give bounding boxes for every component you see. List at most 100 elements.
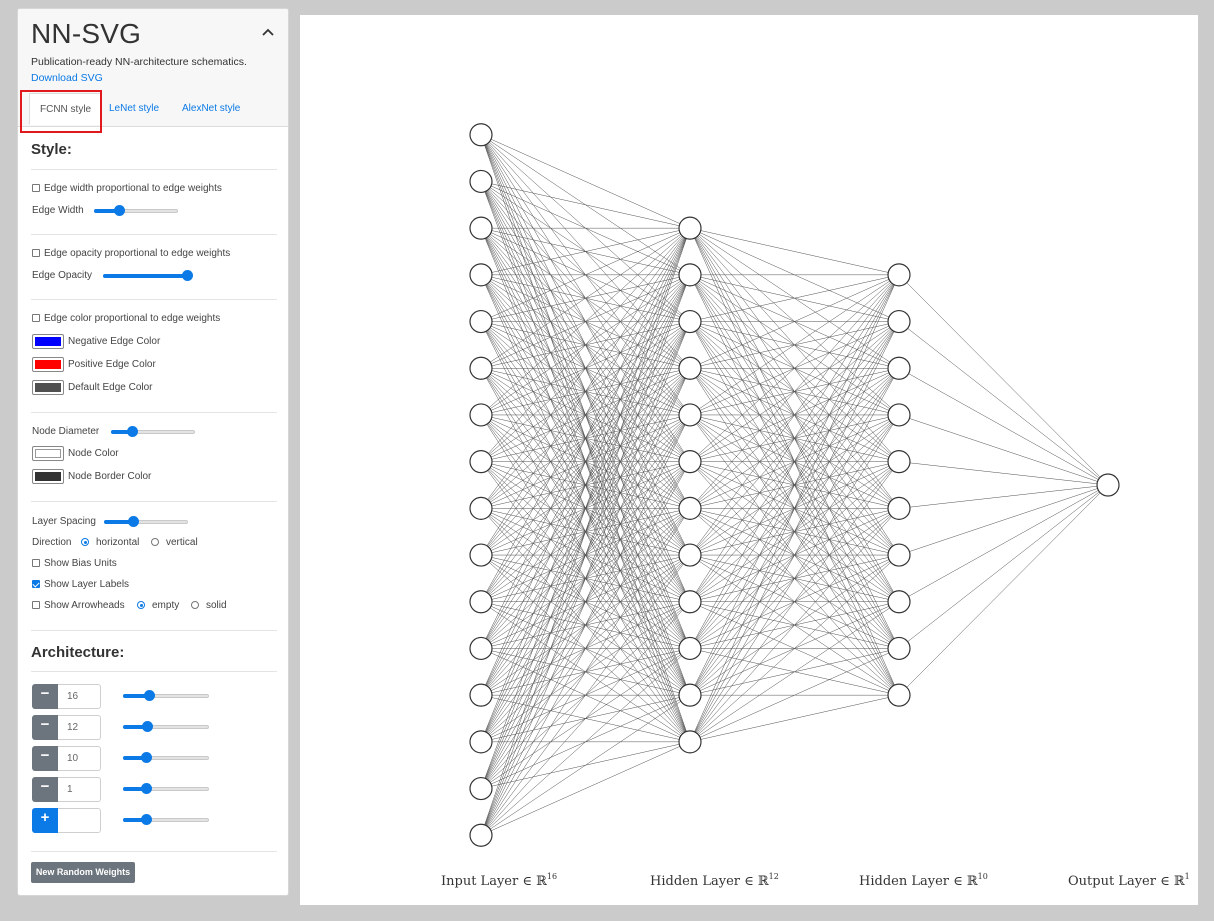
edge-width-slider[interactable]: [94, 205, 178, 217]
layer-2-size-slider[interactable]: [123, 721, 209, 733]
layer-1-size-input[interactable]: 16: [58, 684, 101, 709]
node: [887, 450, 911, 474]
negative-edge-color-picker[interactable]: [32, 334, 64, 349]
node: [1096, 473, 1120, 497]
node: [469, 403, 493, 427]
edges-group: [480, 134, 1109, 836]
node-color-picker[interactable]: [32, 446, 64, 461]
architecture-section-title: Architecture:: [31, 644, 125, 661]
new-random-weights-button[interactable]: New Random Weights: [31, 862, 135, 883]
positive-edge-color-picker[interactable]: [32, 357, 64, 372]
edge: [480, 741, 691, 836]
divider: [31, 671, 277, 672]
node: [887, 683, 911, 707]
edge-opacity-proportional-checkbox[interactable]: [32, 249, 40, 257]
new-layer-size-slider[interactable]: [123, 814, 209, 826]
node: [887, 636, 911, 661]
node: [678, 543, 702, 567]
node: [887, 309, 911, 334]
tab-fcnn-style[interactable]: FCNN style: [29, 93, 103, 125]
node: [887, 543, 911, 567]
layer-label: Output Layer ∈ ℝ1: [1068, 872, 1190, 889]
edge: [480, 134, 691, 229]
remove-layer-4-button[interactable]: −: [32, 777, 58, 802]
layer-1-size-slider[interactable]: [123, 690, 209, 702]
node: [678, 496, 702, 520]
network-diagram: Input Layer ∈ ℝ16 Hidden Layer ∈ ℝ12 Hidde…: [441, 123, 1190, 889]
node: [469, 309, 493, 334]
node: [678, 450, 702, 474]
node: [887, 590, 911, 614]
default-edge-color-picker[interactable]: [32, 380, 64, 395]
positive-edge-color-label: Positive Edge Color: [68, 359, 156, 370]
style-section-title: Style:: [31, 141, 72, 158]
node: [469, 169, 493, 194]
edge: [898, 414, 1109, 486]
show-bias-units-checkbox[interactable]: [32, 559, 40, 567]
style-tabs: FCNN style LeNet style AlexNet style: [24, 93, 288, 126]
layer-4-size-input[interactable]: 1: [58, 777, 101, 802]
remove-layer-1-button[interactable]: −: [32, 684, 58, 709]
node-diameter-slider[interactable]: [111, 426, 195, 438]
tab-lenet-style[interactable]: LeNet style: [109, 93, 159, 125]
tab-alexnet-style[interactable]: AlexNet style: [182, 93, 240, 125]
arrowhead-solid-radio[interactable]: [191, 601, 199, 609]
layer-label: Hidden Layer ∈ ℝ10: [859, 872, 988, 889]
layer-spacing-slider[interactable]: [104, 516, 188, 528]
new-layer-size-input[interactable]: [58, 808, 101, 833]
node: [887, 356, 911, 380]
app-title: NN-SVG: [31, 18, 142, 49]
arrowhead-empty-radio[interactable]: [137, 601, 145, 609]
direction-vertical-radio[interactable]: [151, 538, 159, 546]
node: [469, 683, 493, 707]
control-panel: NN-SVG Publication-ready NN-architecture…: [17, 8, 289, 896]
node: [678, 216, 702, 240]
edge-opacity-slider[interactable]: [103, 270, 193, 282]
edge: [689, 321, 900, 742]
edge-color-proportional-checkbox[interactable]: [32, 314, 40, 322]
edge: [898, 484, 1109, 556]
panel-header: NN-SVG Publication-ready NN-architecture…: [18, 9, 288, 133]
edge: [898, 484, 1109, 649]
edge: [689, 227, 900, 276]
layer-2-size-input[interactable]: 12: [58, 715, 101, 740]
app-subtitle: Publication-ready NN-architecture schema…: [31, 56, 247, 68]
show-bias-units-label: Show Bias Units: [44, 558, 117, 569]
remove-layer-3-button[interactable]: −: [32, 746, 58, 771]
arrowhead-empty-label: empty: [152, 600, 180, 611]
divider: [31, 234, 277, 235]
chevron-up-icon[interactable]: [262, 23, 274, 41]
edge: [898, 368, 1109, 486]
edge: [898, 274, 1109, 486]
node: [469, 823, 493, 847]
show-arrowheads-checkbox[interactable]: [32, 601, 40, 609]
show-layer-labels-checkbox[interactable]: [32, 580, 40, 588]
edge: [689, 694, 900, 743]
layer-4-size-slider[interactable]: [123, 783, 209, 795]
node: [678, 356, 702, 380]
node: [469, 543, 493, 567]
edge: [898, 484, 1109, 509]
direction-horizontal-radio[interactable]: [81, 538, 89, 546]
direction-label: Direction: [32, 537, 72, 548]
node: [469, 450, 493, 474]
layer-3-size-slider[interactable]: [123, 752, 209, 764]
layer-3-size-input[interactable]: 10: [58, 746, 101, 771]
node-diameter-label: Node Diameter: [32, 426, 100, 437]
add-layer-button[interactable]: +: [32, 808, 58, 833]
node: [678, 263, 702, 287]
node: [469, 496, 493, 520]
edge-color-proportional-label: Edge color proportional to edge weights: [44, 313, 221, 324]
node: [469, 356, 493, 380]
edge-width-proportional-label: Edge width proportional to edge weights: [44, 183, 222, 194]
edge: [898, 321, 1109, 486]
node-border-color-picker[interactable]: [32, 469, 64, 484]
divider: [31, 299, 277, 300]
node: [887, 496, 911, 520]
edge-width-proportional-checkbox[interactable]: [32, 184, 40, 192]
node: [678, 590, 702, 614]
edge-width-label: Edge Width: [32, 205, 84, 216]
download-svg-link[interactable]: Download SVG: [31, 72, 103, 84]
edge-opacity-proportional-label: Edge opacity proportional to edge weight…: [44, 248, 231, 259]
remove-layer-2-button[interactable]: −: [32, 715, 58, 740]
